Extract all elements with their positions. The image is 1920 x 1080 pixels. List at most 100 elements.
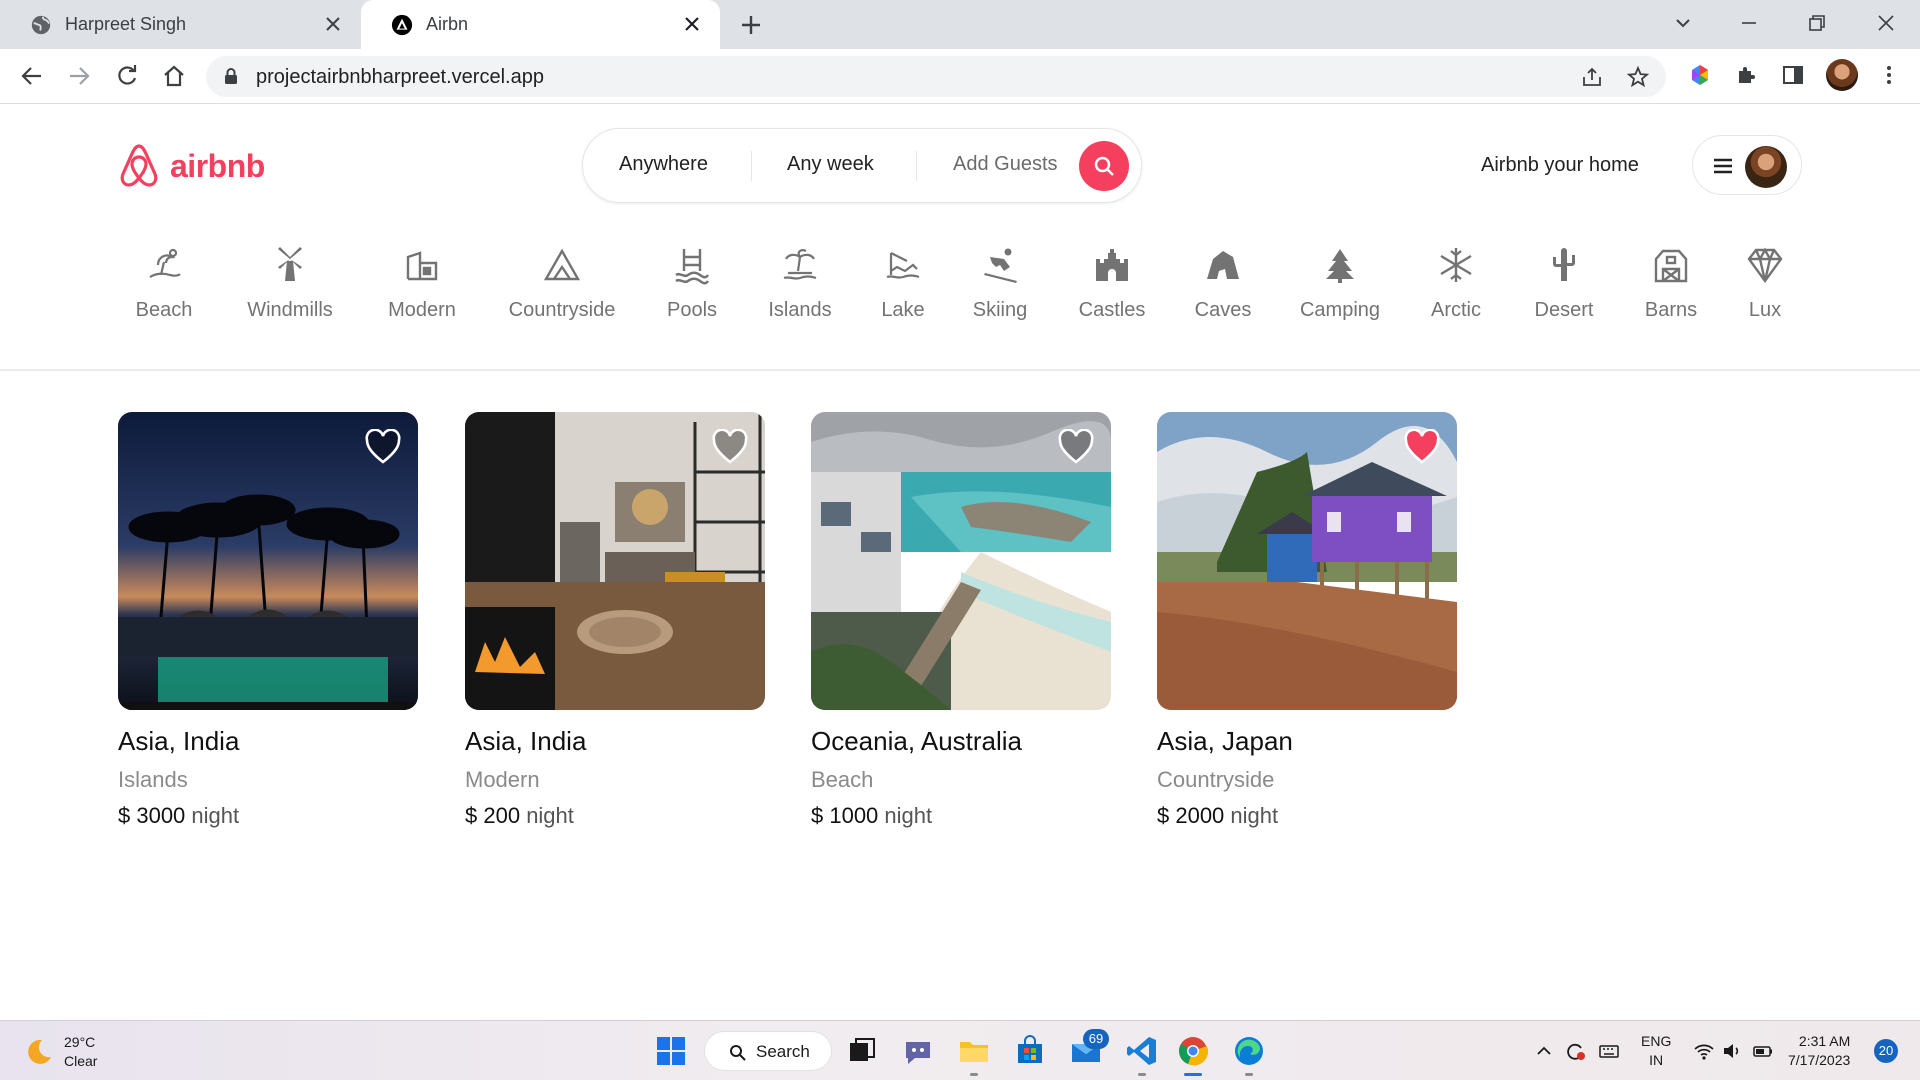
side-panel-icon[interactable] <box>1780 62 1806 88</box>
favorite-heart-icon[interactable] <box>711 429 749 465</box>
chevron-up-icon[interactable] <box>1533 1040 1555 1062</box>
category-lux[interactable]: Lux <box>1700 245 1830 322</box>
price-amount: $ 3000 <box>118 803 186 828</box>
tree-icon <box>1326 249 1354 283</box>
search-button[interactable] <box>1079 141 1129 191</box>
category-camping[interactable]: Camping <box>1275 245 1405 322</box>
cactus-icon <box>1553 248 1575 281</box>
new-tab-icon[interactable] <box>738 12 764 38</box>
weather-condition: Clear <box>64 1053 98 1069</box>
price-unit: night <box>884 803 933 828</box>
battery-icon[interactable] <box>1752 1040 1774 1062</box>
listing-price: $ 2000 night <box>1157 803 1457 829</box>
reload-icon[interactable] <box>114 63 140 89</box>
language-region: IN <box>1649 1052 1664 1068</box>
edge-icon[interactable] <box>1232 1034 1266 1068</box>
island-icon <box>783 249 817 280</box>
category-bar: Beach Windmills Modern Countryside Pools… <box>0 245 1920 375</box>
vscode-icon[interactable] <box>1125 1034 1159 1068</box>
tab-airbn[interactable]: Airbn <box>361 0 720 49</box>
clock[interactable]: 2:31 AM 7/17/2023 <box>1788 1032 1850 1070</box>
listing-price: $ 1000 night <box>811 803 1111 829</box>
tab-search-icon[interactable] <box>1672 12 1694 34</box>
search-where[interactable]: Anywhere <box>619 153 708 176</box>
favorite-heart-icon[interactable] <box>364 429 402 465</box>
language-indicator[interactable]: ENG IN <box>1641 1032 1671 1070</box>
category-modern[interactable]: Modern <box>357 245 487 322</box>
price-unit: night <box>1230 803 1279 828</box>
castle-icon <box>1096 249 1128 281</box>
category-skiing[interactable]: Skiing <box>935 245 1065 322</box>
omnibox[interactable]: projectairbnbharpreet.vercel.app <box>206 56 1666 97</box>
category-label: Beach <box>135 299 193 321</box>
share-icon[interactable] <box>1580 65 1604 89</box>
language-code: ENG <box>1641 1033 1672 1049</box>
windows-start-icon[interactable] <box>654 1034 688 1068</box>
ski-icon <box>984 248 1017 283</box>
browser-profile-avatar[interactable] <box>1826 59 1858 91</box>
favorite-heart-icon[interactable] <box>1057 429 1095 465</box>
category-windmills[interactable]: Windmills <box>225 245 355 322</box>
listing-card[interactable]: Asia, India Modern $ 200 night <box>465 412 765 829</box>
extensions-puzzle-icon[interactable] <box>1734 62 1760 88</box>
close-tab-icon[interactable] <box>323 14 343 34</box>
minimize-icon[interactable] <box>1738 12 1760 34</box>
tab-harpreet-singh[interactable]: Harpreet Singh <box>0 0 361 49</box>
listing-photo[interactable] <box>118 412 418 710</box>
category-countryside[interactable]: Countryside <box>497 245 627 322</box>
kebab-menu-icon[interactable] <box>1876 62 1902 88</box>
task-view-icon[interactable] <box>845 1034 879 1068</box>
file-explorer-icon[interactable] <box>957 1034 991 1068</box>
search-bar[interactable]: Anywhere Any week Add Guests <box>582 128 1142 203</box>
favorite-heart-icon[interactable] <box>1403 429 1441 465</box>
host-link[interactable]: Airbnb your home <box>1481 154 1639 177</box>
weather-text: 29°C Clear <box>64 1033 97 1071</box>
listing-photo[interactable] <box>811 412 1111 710</box>
category-beach[interactable]: Beach <box>99 245 229 322</box>
moon-icon <box>28 1039 51 1064</box>
bookmark-star-icon[interactable] <box>1626 65 1650 89</box>
url-text[interactable]: projectairbnbharpreet.vercel.app <box>256 66 544 89</box>
tab-title: Airbn <box>426 14 469 34</box>
snowflake-icon <box>1440 248 1472 282</box>
search-when[interactable]: Any week <box>787 153 874 176</box>
category-caves[interactable]: Caves <box>1158 245 1288 322</box>
listing-photo[interactable] <box>1157 412 1457 710</box>
cave-icon <box>1207 251 1239 279</box>
weather-widget[interactable]: 29°C Clear <box>24 1033 97 1071</box>
taskbar-search[interactable]: Search <box>704 1031 832 1071</box>
lock-icon[interactable] <box>222 67 240 85</box>
modern-icon <box>406 251 438 281</box>
weather-temp: 29°C <box>64 1034 96 1050</box>
diamond-icon <box>1747 247 1783 284</box>
chrome-icon[interactable] <box>1176 1034 1210 1068</box>
teams-chat-icon[interactable] <box>901 1034 935 1068</box>
listing-card[interactable]: Asia, India Islands $ 3000 night <box>118 412 418 829</box>
airbnb-logo-icon <box>120 144 158 187</box>
notification-count-badge[interactable]: 20 <box>1874 1039 1898 1063</box>
close-window-icon[interactable] <box>1875 12 1897 34</box>
listing-card[interactable]: Oceania, Australia Beach $ 1000 night <box>811 412 1111 829</box>
wifi-icon[interactable] <box>1693 1040 1715 1062</box>
close-tab-icon[interactable] <box>682 14 702 34</box>
color-extension-icon[interactable] <box>1687 62 1713 88</box>
forward-arrow-icon[interactable] <box>66 63 92 89</box>
keyboard-icon[interactable] <box>1598 1040 1620 1062</box>
beach-icon <box>149 248 181 278</box>
restore-icon[interactable] <box>1806 12 1828 34</box>
search-guests[interactable]: Add Guests <box>953 153 1058 176</box>
sync-icon[interactable] <box>1564 1040 1586 1062</box>
listing-photo[interactable] <box>465 412 765 710</box>
category-label: Caves <box>1194 299 1252 321</box>
search-divider <box>916 151 917 181</box>
user-menu-button[interactable] <box>1692 135 1802 195</box>
listing-card[interactable]: Asia, Japan Countryside $ 2000 night <box>1157 412 1457 829</box>
home-icon[interactable] <box>161 63 187 89</box>
airbnb-logo[interactable]: airbnb <box>118 143 265 189</box>
price-amount: $ 2000 <box>1157 803 1225 828</box>
mail-badge: 69 <box>1083 1029 1109 1049</box>
running-indicator <box>1245 1073 1253 1076</box>
volume-icon[interactable] <box>1721 1040 1743 1062</box>
back-arrow-icon[interactable] <box>19 63 45 89</box>
microsoft-store-icon[interactable] <box>1013 1034 1047 1068</box>
